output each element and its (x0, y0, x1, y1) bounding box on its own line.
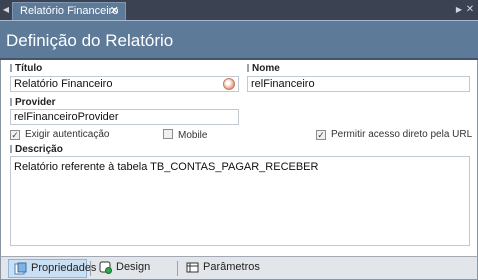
properties-icon (14, 262, 27, 275)
design-icon (99, 261, 112, 274)
tab-relatorio-financeiro[interactable]: Relatório Financeiro ✕ (12, 2, 126, 20)
tab-label: Relatório Financeiro (20, 5, 119, 17)
provider-label: Provider (10, 98, 56, 108)
page-title: Definição do Relatório (6, 31, 174, 50)
descricao-textarea[interactable]: Relatório referente à tabela TB_CONTAS_P… (10, 156, 470, 246)
field-marker-icon (247, 64, 250, 72)
tab-propriedades[interactable]: Propriedades (8, 259, 96, 278)
close-tab-icon[interactable]: ✕ (110, 3, 119, 19)
titulo-value: Relatório Financeiro (14, 78, 113, 90)
mobile-checkbox[interactable]: Mobile (163, 129, 207, 142)
checkbox-unchecked-icon[interactable] (163, 129, 173, 139)
parameters-icon (186, 262, 199, 273)
tab-parametros[interactable]: Parâmetros (181, 259, 261, 278)
descricao-label: Descrição (10, 145, 63, 155)
scroll-tabs-right-icon[interactable]: ▶ (454, 2, 464, 18)
tab-design[interactable]: Design (94, 259, 154, 278)
provider-input[interactable]: relFinanceiroProvider (10, 109, 239, 125)
tab-divider (90, 261, 91, 276)
tab-design-label: Design (116, 261, 151, 273)
tab-propriedades-label: Propriedades (31, 262, 97, 274)
nome-input[interactable]: relFinanceiro (247, 76, 470, 92)
titulo-input[interactable]: Relatório Financeiro (10, 76, 239, 92)
nome-label: Nome (247, 64, 280, 74)
page-header: Definição do Relatório (0, 20, 478, 60)
nome-value: relFinanceiro (251, 78, 315, 90)
scroll-tabs-left-icon[interactable]: ◀ (1, 2, 11, 18)
tab-parametros-label: Parâmetros (203, 261, 260, 273)
bottom-tab-bar: Propriedades Design Parâmetros (0, 256, 478, 280)
close-window-icon[interactable]: ✕ (465, 2, 475, 18)
document-tabstrip: ◀ Relatório Financeiro ✕ ▶ ✕ (0, 0, 478, 20)
translate-globe-icon[interactable] (223, 78, 235, 90)
field-marker-icon (10, 145, 13, 153)
provider-value: relFinanceiroProvider (14, 111, 119, 123)
descricao-value: Relatório referente à tabela TB_CONTAS_P… (14, 161, 319, 173)
titulo-label: Título (10, 64, 42, 74)
checkbox-checked-icon[interactable]: ✓ (316, 130, 326, 140)
tab-divider (177, 261, 178, 276)
permitir-acesso-checkbox[interactable]: ✓ Permitir acesso direto pela URL (316, 129, 472, 141)
field-marker-icon (10, 64, 13, 72)
report-properties-form: Título Relatório Financeiro Nome relFina… (0, 60, 478, 256)
checkbox-checked-icon[interactable]: ✓ (10, 130, 20, 140)
exigir-autenticacao-checkbox[interactable]: ✓ Exigir autenticação (10, 129, 110, 141)
field-marker-icon (10, 98, 13, 106)
